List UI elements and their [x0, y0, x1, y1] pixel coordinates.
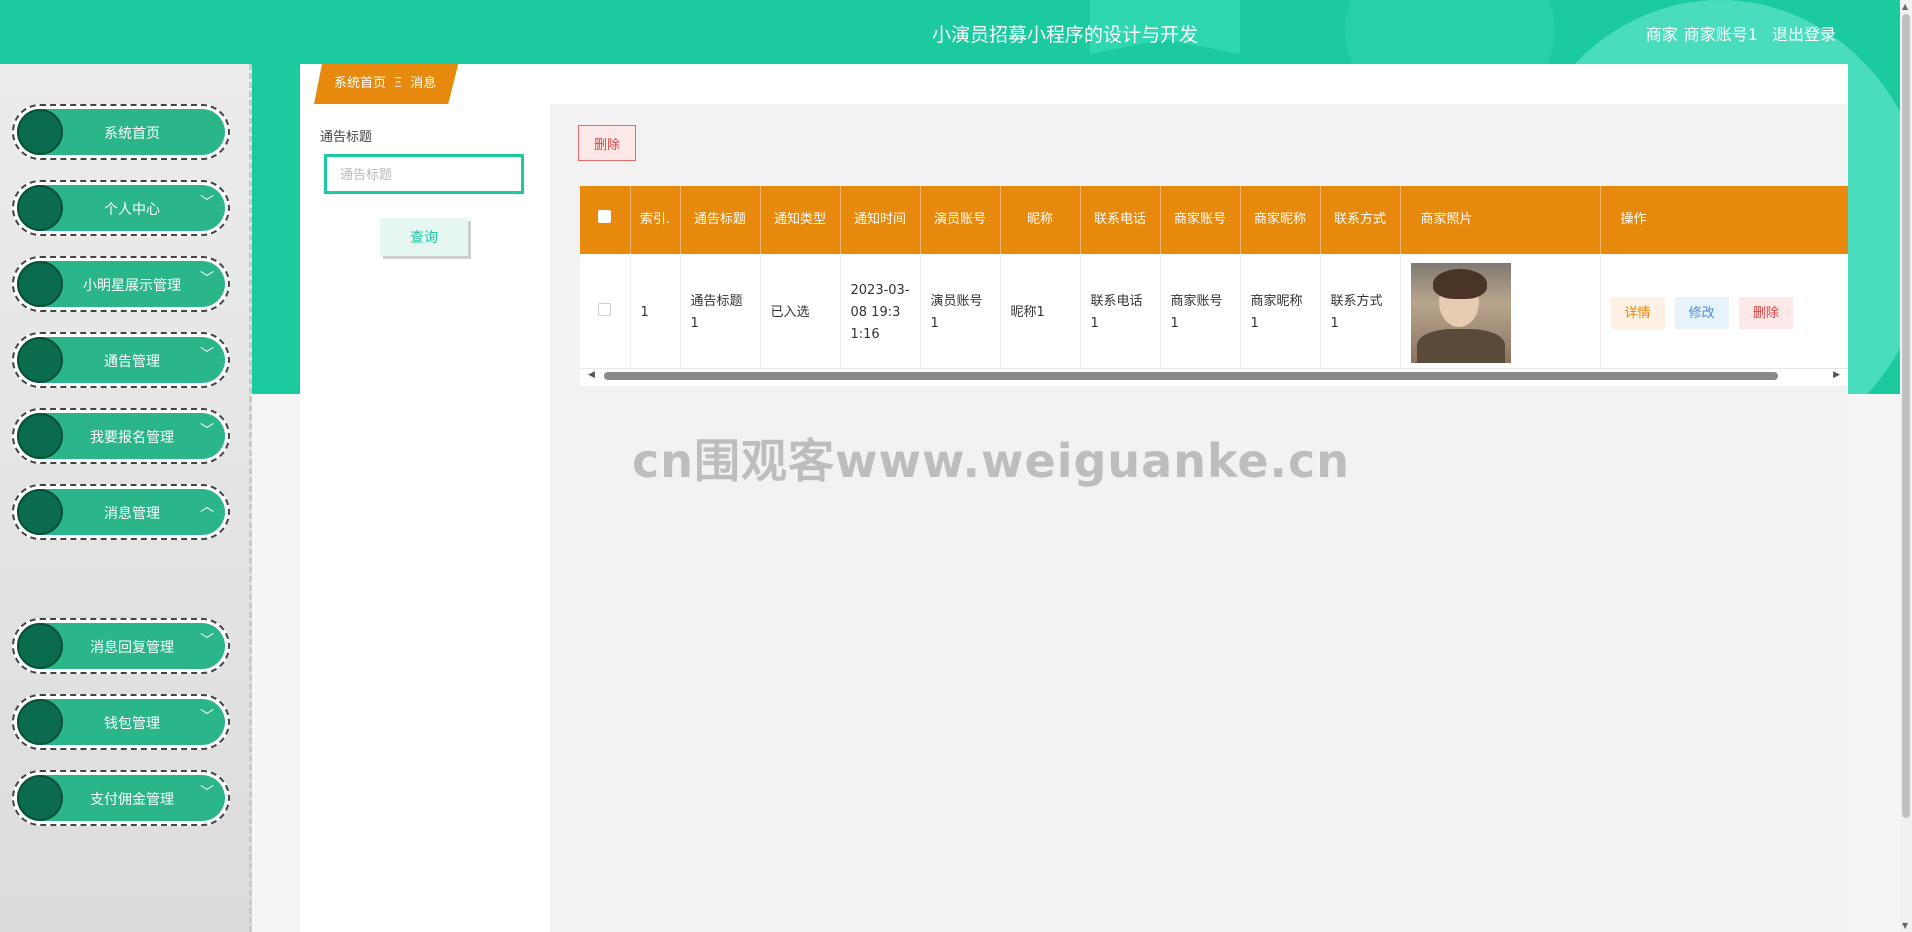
menu-dot-icon — [17, 699, 63, 745]
sidebar-item-label: 钱包管理 — [104, 716, 160, 732]
table-horizontal-scrollbar[interactable]: ◀ ▶ — [580, 368, 1848, 382]
cell-type: 已入选 — [760, 254, 841, 373]
sidebar-item-label: 系统首页 — [104, 126, 160, 142]
cell-contact: 联系方式1 — [1320, 254, 1401, 373]
user-name: 商家账号1 — [1683, 25, 1758, 44]
sidebar-item-home[interactable]: 系统首页 — [12, 104, 230, 160]
breadcrumb: 系统首页 Ξ 消息 — [314, 64, 458, 104]
page-vertical-scrollbar[interactable]: ▲ ▼ — [1900, 0, 1912, 932]
breadcrumb-current: 消息 — [410, 76, 437, 91]
sidebar-item-label: 我要报名管理 — [90, 430, 174, 446]
scrollbar-thumb[interactable] — [1902, 14, 1910, 818]
column-header: 通知时间 — [840, 186, 921, 254]
cell-merchant-nickname: 商家昵称1 — [1240, 254, 1321, 373]
sidebar-item-signup[interactable]: 我要报名管理 ﹀ — [12, 408, 230, 464]
menu-dot-icon — [17, 775, 63, 821]
select-all-checkbox[interactable] — [598, 210, 612, 223]
chevron-down-icon: ﹀ — [200, 785, 214, 801]
cell-merchant-account: 商家账号1 — [1160, 254, 1241, 373]
header-user-area: 商家 商家账号1 退出登录 — [1646, 21, 1836, 45]
menu-dot-icon — [17, 185, 63, 231]
menu-dot-icon — [17, 489, 63, 535]
query-button[interactable]: 查询 — [380, 218, 468, 256]
top-header: 小演员招募小程序的设计与开发 商家 商家账号1 退出登录 — [0, 0, 1900, 64]
sidebar-item-label: 个人中心 — [104, 202, 160, 218]
column-header: 联系电话 — [1080, 186, 1161, 254]
column-header: 商家照片 — [1400, 186, 1601, 254]
column-header: 操作 — [1600, 186, 1848, 254]
menu-dot-icon — [17, 261, 63, 307]
chevron-up-icon: ︿ — [200, 499, 214, 515]
cell-actions: 详情 修改 删除 — [1600, 254, 1848, 373]
search-input[interactable] — [324, 154, 524, 194]
chevron-down-icon: ﹀ — [200, 423, 214, 439]
row-checkbox-cell — [580, 254, 631, 373]
column-header: 通告标题 — [680, 186, 761, 254]
chevron-down-icon: ﹀ — [200, 271, 214, 287]
sidebar-item-label: 支付佣金管理 — [90, 792, 174, 808]
bulk-delete-button[interactable]: 删除 — [578, 125, 636, 161]
table-header-row: 索引. 通告标题 通知类型 通知时间 演员账号 昵称 联系电话 商家账号 商家昵… — [580, 186, 1848, 254]
scrollbar-thumb[interactable] — [604, 372, 1778, 380]
sidebar-item-label: 小明星展示管理 — [83, 278, 181, 294]
sidebar-item-star-display[interactable]: 小明星展示管理 ﹀ — [12, 256, 230, 312]
breadcrumb-home[interactable]: 系统首页 — [334, 64, 386, 104]
breadcrumb-separator-icon: Ξ — [394, 76, 403, 91]
sidebar-item-label: 消息回复管理 — [90, 640, 174, 656]
search-field-label: 通告标题 — [320, 130, 373, 145]
user-role: 商家 — [1645, 25, 1678, 44]
list-panel: 删除 索引. 通告标题 通知类型 通知时间 演员账号 昵称 联系电话 商家账号 … — [550, 104, 1848, 932]
sidebar-item-messages[interactable]: 消息管理 ︿ — [12, 484, 230, 540]
breadcrumb-bar: 系统首页 Ξ 消息 — [300, 64, 1848, 104]
cell-title: 通告标题1 — [680, 254, 761, 373]
select-all-checkbox-cell — [580, 186, 631, 254]
table-row: 1 通告标题1 已入选 2023-03-08 19:31:16 演员账号1 昵称… — [580, 254, 1848, 373]
chevron-down-icon: ﹀ — [200, 709, 214, 725]
sidebar: 系统首页 个人中心 ﹀ 小明星展示管理 ﹀ 通告管理 ﹀ 我要报名管理 ﹀ 消息… — [0, 64, 252, 932]
message-table: 索引. 通告标题 通知类型 通知时间 演员账号 昵称 联系电话 商家账号 商家昵… — [580, 186, 1848, 386]
scroll-right-icon[interactable]: ▶ — [1833, 370, 1840, 380]
chevron-down-icon: ﹀ — [200, 633, 214, 649]
edit-button[interactable]: 修改 — [1674, 296, 1729, 329]
chevron-down-icon: ﹀ — [200, 195, 214, 211]
delete-row-button[interactable]: 删除 — [1738, 296, 1793, 329]
scroll-left-icon[interactable]: ◀ — [588, 370, 595, 380]
scroll-up-icon[interactable]: ▲ — [1902, 2, 1908, 11]
column-header: 昵称 — [1000, 186, 1081, 254]
column-header: 商家昵称 — [1240, 186, 1321, 254]
cell-index: 1 — [630, 254, 681, 373]
sidebar-item-commission[interactable]: 支付佣金管理 ﹀ — [12, 770, 230, 826]
sidebar-item-label: 通告管理 — [104, 354, 160, 370]
menu-dot-icon — [17, 109, 63, 155]
scroll-down-icon[interactable]: ▼ — [1902, 921, 1908, 930]
sidebar-item-profile[interactable]: 个人中心 ﹀ — [12, 180, 230, 236]
app-title: 小演员招募小程序的设计与开发 — [931, 24, 1198, 46]
column-header: 联系方式 — [1320, 186, 1401, 254]
merchant-photo[interactable] — [1410, 262, 1511, 363]
cell-actor-account: 演员账号1 — [920, 254, 1001, 373]
cell-phone: 联系电话1 — [1080, 254, 1161, 373]
detail-button[interactable]: 详情 — [1610, 296, 1665, 329]
cell-nickname: 昵称1 — [1000, 254, 1081, 373]
sidebar-item-wallet[interactable]: 钱包管理 ﹀ — [12, 694, 230, 750]
column-header: 商家账号 — [1160, 186, 1241, 254]
sidebar-item-label: 消息管理 — [104, 506, 160, 522]
column-header: 通知类型 — [760, 186, 841, 254]
column-header: 索引. — [630, 186, 681, 254]
sidebar-item-notice[interactable]: 通告管理 ﹀ — [12, 332, 230, 388]
logout-link[interactable]: 退出登录 — [1772, 21, 1836, 45]
menu-dot-icon — [17, 623, 63, 669]
menu-dot-icon — [17, 337, 63, 383]
chevron-down-icon: ﹀ — [200, 347, 214, 363]
cell-time: 2023-03-08 19:31:16 — [840, 254, 921, 373]
menu-dot-icon — [17, 413, 63, 459]
column-header: 演员账号 — [920, 186, 1001, 254]
row-checkbox[interactable] — [598, 302, 612, 316]
sidebar-item-message-reply[interactable]: 消息回复管理 ﹀ — [12, 618, 230, 674]
cell-merchant-photo — [1400, 254, 1601, 373]
watermark: cn围观客www.weiguanke.cn — [632, 434, 1351, 488]
search-panel: 通告标题 查询 — [300, 104, 550, 932]
